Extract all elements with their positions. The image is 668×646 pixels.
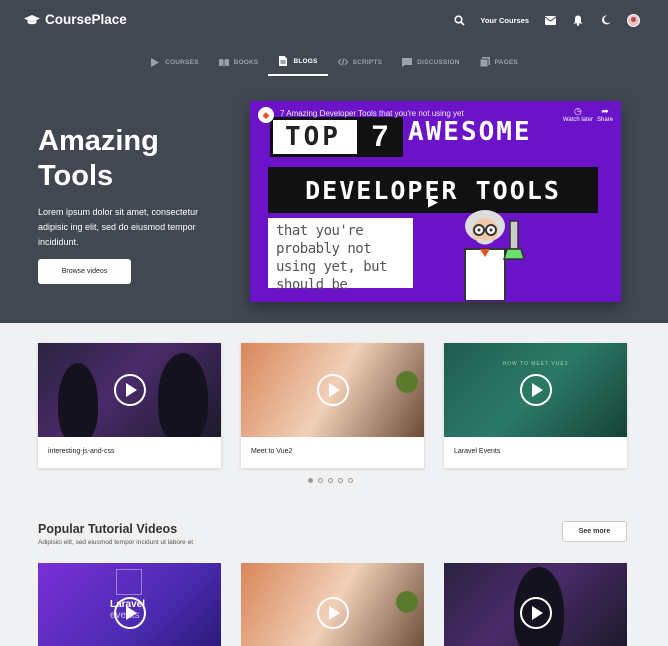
hero-title-line-1: Amazing	[38, 125, 159, 157]
section-subtitle: Adipisici elit, sed eiusmod tempor incid…	[38, 539, 193, 546]
tab-courses[interactable]: COURSES	[140, 52, 209, 76]
bell-icon[interactable]	[571, 13, 585, 27]
carousel-dot[interactable]	[308, 478, 313, 483]
code-icon	[337, 57, 348, 67]
video-card[interactable]	[241, 563, 424, 646]
section-title: Popular Tutorial Videos	[38, 522, 178, 536]
book-icon	[218, 57, 229, 67]
play-icon[interactable]	[519, 374, 552, 406]
play-icon[interactable]	[316, 374, 349, 406]
tab-label: PAGES	[494, 58, 518, 66]
video-thumbnail[interactable]: HOW TO MEET VUE2	[444, 343, 627, 437]
plant-illustration	[396, 371, 418, 393]
carousel-dot[interactable]	[318, 478, 323, 483]
clock-icon: ◷	[574, 106, 582, 116]
avatar[interactable]	[627, 13, 640, 27]
video-thumbnail[interactable]	[38, 343, 221, 437]
thumb-awesome-text: AWESOME	[408, 117, 532, 147]
video-card[interactable]: HOW TO MEET VUE2 Laravel Events	[444, 343, 627, 468]
carousel-dot[interactable]	[328, 478, 333, 483]
card-title[interactable]: interesting-js-and-css	[48, 448, 115, 455]
thumb-top-box: TOP 7	[270, 117, 403, 157]
video-player[interactable]: TOP 7 AWESOME DEVELOPER TOOLS that you'r…	[250, 101, 621, 302]
your-courses-link[interactable]: Your Courses	[480, 16, 529, 25]
audience-silhouette	[158, 353, 208, 437]
top-nav: Your Courses	[452, 13, 640, 27]
document-icon	[278, 56, 288, 66]
play-icon[interactable]	[113, 597, 146, 629]
video-thumbnail[interactable]	[241, 343, 424, 437]
play-icon	[150, 57, 160, 67]
search-icon[interactable]	[452, 13, 466, 27]
logo[interactable]: CoursePlace	[24, 12, 127, 27]
play-icon[interactable]	[113, 374, 146, 406]
thumbnail-caption: HOW TO MEET VUE2	[502, 361, 569, 367]
header: CoursePlace Your Courses COURSES BOOKS B…	[0, 0, 668, 323]
graduation-cap-icon	[24, 14, 40, 24]
carousel-dot[interactable]	[338, 478, 343, 483]
card-title[interactable]: Meet to Vue2	[251, 448, 292, 455]
tab-label: SCRIPTS	[352, 58, 383, 66]
watch-later-button[interactable]: ◷ Watch later	[563, 106, 593, 123]
app-name: CoursePlace	[45, 12, 127, 27]
scientist-illustration	[464, 210, 526, 301]
section-tabs: COURSES BOOKS BLOGS SCRIPTS DISCUSSION P…	[0, 52, 668, 76]
play-icon[interactable]	[316, 597, 349, 629]
video-card[interactable]: interesting-js-and-css	[38, 343, 221, 468]
popular-cards: Laravel events	[38, 563, 627, 646]
video-card[interactable]: Laravel events	[38, 563, 221, 646]
thumb-subtitle-text: that you're probably not using yet, but …	[268, 218, 413, 293]
video-play-icon[interactable]: ▶	[428, 194, 444, 210]
tab-label: COURSES	[165, 58, 199, 66]
carousel-dot[interactable]	[348, 478, 353, 483]
tab-label: BOOKS	[233, 58, 259, 66]
tab-pages[interactable]: PAGES	[470, 52, 528, 76]
pages-icon	[479, 57, 490, 67]
tab-scripts[interactable]: SCRIPTS	[328, 52, 393, 76]
video-title[interactable]: 7 Amazing Developer Tools that you're no…	[280, 109, 464, 118]
slide-icon	[116, 569, 142, 595]
tab-books[interactable]: BOOKS	[209, 52, 269, 76]
watch-later-label: Watch later	[562, 117, 593, 123]
browse-videos-button[interactable]: Browse videos	[38, 259, 131, 284]
carousel-dots	[308, 478, 353, 483]
tab-label: BLOGS	[293, 57, 318, 65]
video-card[interactable]: Meet to Vue2	[241, 343, 424, 468]
hero-title: Amazing Tools	[38, 124, 159, 194]
tab-blogs[interactable]: BLOGS	[268, 52, 328, 76]
mail-icon[interactable]	[543, 13, 557, 27]
hero-title-line-2: Tools	[38, 160, 114, 192]
share-label: Share	[596, 117, 613, 123]
channel-logo-icon[interactable]: ◆	[258, 107, 274, 123]
thumb-seven-text: 7	[357, 117, 403, 157]
moon-icon[interactable]	[599, 13, 613, 27]
share-icon: ➦	[601, 106, 609, 116]
audience-silhouette	[58, 363, 98, 437]
plant-illustration	[396, 591, 418, 613]
play-icon[interactable]	[519, 597, 552, 629]
card-title[interactable]: Laravel Events	[454, 448, 500, 455]
tab-label: DISCUSSION	[417, 58, 460, 66]
see-more-button[interactable]: See more	[562, 521, 627, 542]
chat-icon	[402, 57, 413, 67]
thumb-top-text: TOP	[285, 122, 341, 152]
featured-cards: interesting-js-and-css Meet to Vue2 HOW …	[38, 343, 627, 468]
tab-discussion[interactable]: DISCUSSION	[392, 52, 469, 76]
hero-description: Lorem ipsum dolor sit amet, consectetur …	[38, 207, 199, 247]
video-card[interactable]	[444, 563, 627, 646]
share-button[interactable]: ➦ Share	[597, 106, 613, 123]
